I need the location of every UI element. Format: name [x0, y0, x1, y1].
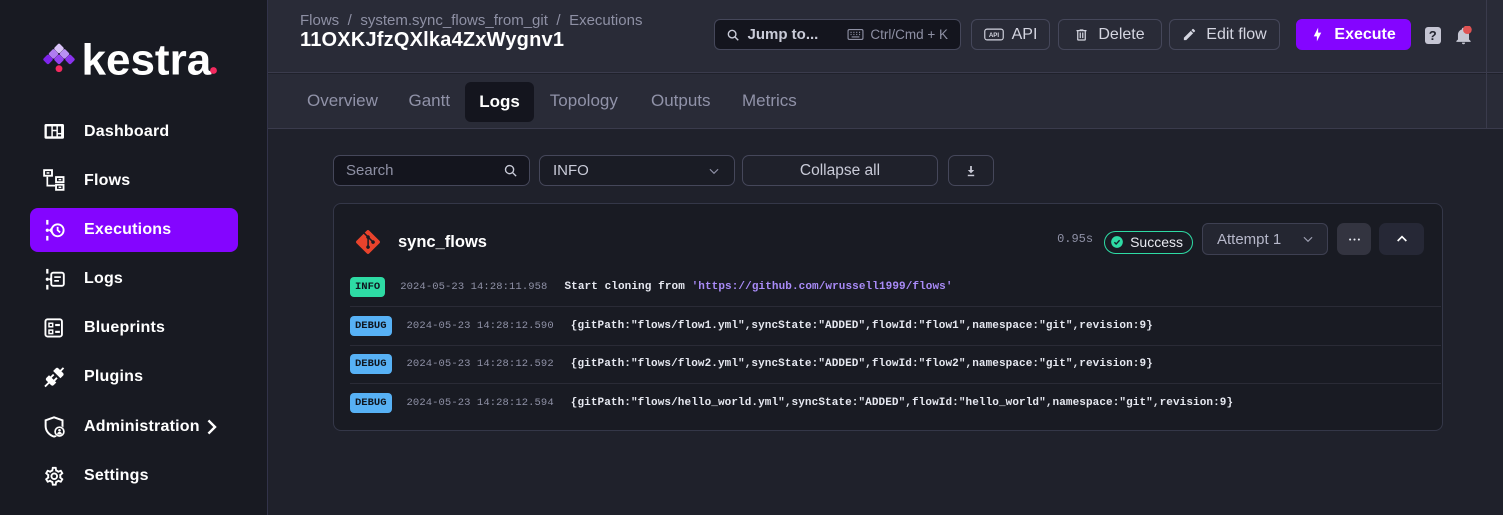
svg-text:API: API	[988, 32, 999, 39]
svg-text:kestra: kestra	[82, 36, 212, 84]
